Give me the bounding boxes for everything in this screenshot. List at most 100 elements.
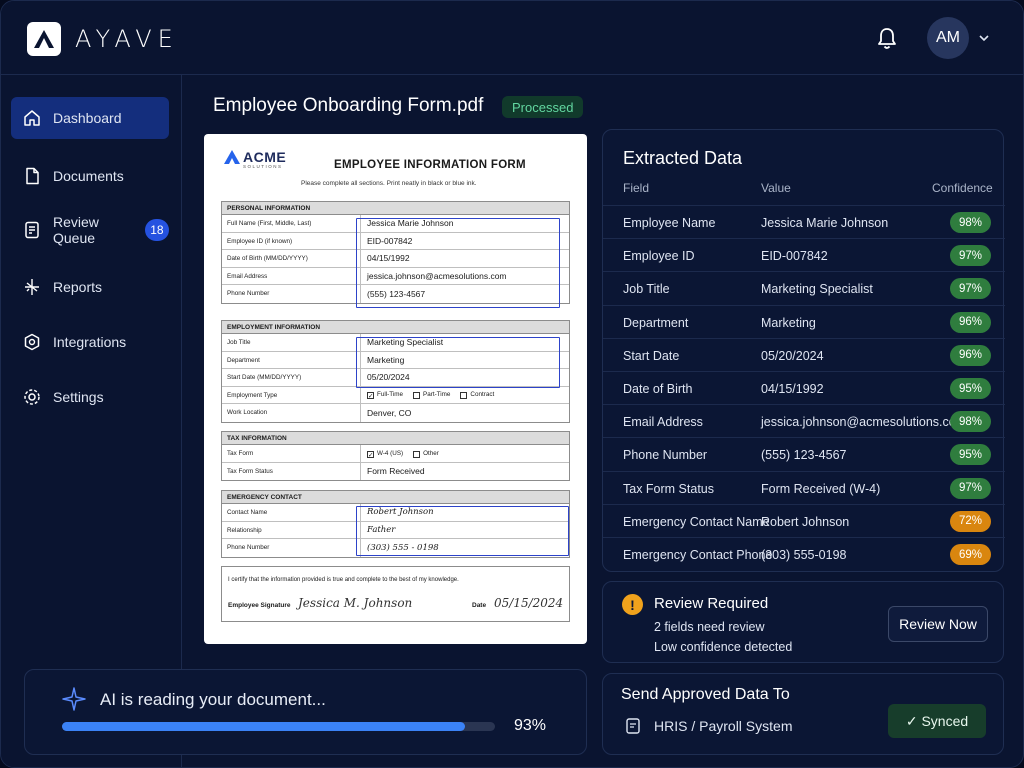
confidence-badge: 95% xyxy=(950,444,991,466)
table-row: Department Marketing 96% xyxy=(603,304,1005,338)
field-name: Start Date xyxy=(623,348,680,363)
sidebar-item-label: Reports xyxy=(53,279,103,295)
form-row: Tax Form ✓ W-4 (US) Other xyxy=(222,445,569,463)
progress-bar xyxy=(62,722,495,731)
field-name: Department xyxy=(623,315,689,330)
field-value: Form Received (W-4) xyxy=(761,481,881,496)
review-count-badge: 18 xyxy=(144,219,169,241)
sidebar-item-label: Integrations xyxy=(53,334,127,350)
confidence-badge: 96% xyxy=(950,311,991,333)
field-value: Robert Johnson xyxy=(761,514,850,529)
review-required-card: ! Review Required 2 fields need review L… xyxy=(602,581,1004,663)
confidence-badge: 97% xyxy=(950,278,991,300)
send-title: Send Approved Data To xyxy=(621,686,790,703)
extraction-highlight xyxy=(356,506,569,556)
form-row: Employment Type ✓ Full-Time Part-Time Con… xyxy=(222,386,569,404)
field-value: Jessica Marie Johnson xyxy=(761,216,889,230)
field-value: jessica.johnson@acmesolutions.com xyxy=(761,415,967,430)
checkbox xyxy=(413,450,421,458)
warning-icon: ! xyxy=(622,594,643,615)
sparkle-icon xyxy=(61,686,87,717)
company-subtitle: SOLUTIONS xyxy=(243,164,283,169)
review-reason: Low confidence detected xyxy=(654,640,793,654)
table-row: Emergency Contact Phone (303) 555-0198 69% xyxy=(603,537,1005,570)
section-heading: PERSONAL INFORMATION xyxy=(222,202,569,215)
sidebar-item-label: Review Queue xyxy=(53,214,99,246)
table-row: Email Address jessica.johnson@acmesolutio… xyxy=(603,404,1005,437)
payroll-system-icon xyxy=(625,718,641,734)
field-value: Marketing Specialist xyxy=(761,282,873,297)
sidebar: Dashboard Documents Review Queue 18 Repo… xyxy=(1,75,182,767)
confidence-badge: 95% xyxy=(950,378,991,399)
ai-progress-card: AI is reading your document... 93% xyxy=(24,669,587,755)
synced-button[interactable]: ✓ Synced xyxy=(888,704,986,738)
form-row: Work Location Denver, CO xyxy=(222,404,569,422)
field-value: (555) 123-4567 xyxy=(761,448,847,463)
table-row: Phone Number (555) 123-4567 95% xyxy=(603,437,1005,470)
confidence-badge: 98% xyxy=(950,411,991,433)
checkbox-checked: ✓ xyxy=(367,392,374,401)
sidebar-item-integrations[interactable]: Integrations xyxy=(11,321,169,363)
sidebar-item-label: Settings xyxy=(53,389,104,405)
date-label: Date xyxy=(472,602,487,609)
column-header-field: Field xyxy=(623,181,650,195)
field-name: Employee ID xyxy=(623,249,695,264)
field-name: Phone Number xyxy=(623,448,708,463)
certification-block: I certify that the information provided … xyxy=(221,566,570,622)
progress-status-text: AI is reading your document... xyxy=(100,690,326,709)
table-row: Tax Form Status Form Received (W-4) 97% xyxy=(603,470,1005,504)
progress-percent: 93% xyxy=(514,717,547,734)
chevron-down-icon[interactable] xyxy=(977,31,991,45)
table-row: Emergency Contact Name Robert Johnson 72% xyxy=(603,503,1005,537)
field-name: Emergency Contact Name xyxy=(623,514,770,529)
checkbox-checked: ✓ xyxy=(367,450,374,459)
tax-info-section: TAX INFORMATION Tax Form ✓ W-4 (US) Other… xyxy=(221,431,570,481)
review-now-button[interactable]: Review Now xyxy=(888,606,988,642)
checkbox xyxy=(460,392,468,400)
checklist-icon xyxy=(23,221,41,239)
sidebar-item-documents[interactable]: Documents xyxy=(11,155,169,197)
sidebar-item-label: Documents xyxy=(53,168,124,184)
confidence-badge: 69% xyxy=(950,544,991,565)
integration-icon xyxy=(23,333,41,351)
form-title: EMPLOYEE INFORMATION FORM xyxy=(334,159,526,171)
home-icon xyxy=(23,109,41,127)
field-value: EID-007842 xyxy=(761,249,828,264)
column-header-value: Value xyxy=(761,181,791,195)
field-value: 05/20/2024 xyxy=(761,348,824,363)
checkbox xyxy=(413,392,421,400)
panel-title: Extracted Data xyxy=(623,148,743,168)
sidebar-item-dashboard[interactable]: Dashboard xyxy=(11,97,169,139)
review-title: Review Required xyxy=(654,595,769,612)
extraction-highlight xyxy=(356,337,560,388)
progress-bar-fill xyxy=(62,722,465,731)
document-preview: ACME SOLUTIONS EMPLOYEE INFORMATION FORM… xyxy=(204,134,587,644)
form-instructions: Please complete all sections. Print neat… xyxy=(301,180,477,187)
review-detail: 2 fields need review xyxy=(654,620,765,634)
table-row: Employee Name Jessica Marie Johnson 98% xyxy=(603,205,1005,238)
section-heading: EMERGENCY CONTACT xyxy=(222,491,569,504)
signature-label: Employee Signature xyxy=(228,602,291,609)
chart-icon xyxy=(23,278,41,296)
notification-bell-icon[interactable] xyxy=(873,25,901,53)
send-approved-card: Send Approved Data To HRIS / Payroll Sys… xyxy=(602,673,1004,755)
logo-mark xyxy=(27,22,61,56)
field-name: Job Title xyxy=(623,282,670,297)
confidence-badge: 97% xyxy=(950,245,991,267)
sidebar-item-review-queue[interactable]: Review Queue 18 xyxy=(11,209,169,251)
confidence-badge: 97% xyxy=(950,477,991,499)
table-row: Date of Birth 04/15/1992 95% xyxy=(603,371,1005,404)
brand-name: AYAVE xyxy=(75,25,179,53)
column-header-confidence: Confidence xyxy=(932,181,993,195)
confidence-badge: 96% xyxy=(950,344,991,366)
confidence-badge: 72% xyxy=(950,510,991,532)
company-name: ACME xyxy=(243,149,287,165)
signature-date: 05/15/2024 xyxy=(494,596,564,610)
top-bar: AYAVE AM xyxy=(1,1,1023,75)
sidebar-item-reports[interactable]: Reports xyxy=(11,266,169,308)
user-avatar[interactable]: AM xyxy=(927,17,969,59)
field-value: 04/15/1992 xyxy=(761,382,824,396)
signature: Jessica M. Johnson xyxy=(298,596,413,610)
document-icon xyxy=(23,167,41,185)
sidebar-item-settings[interactable]: Settings xyxy=(11,376,169,418)
